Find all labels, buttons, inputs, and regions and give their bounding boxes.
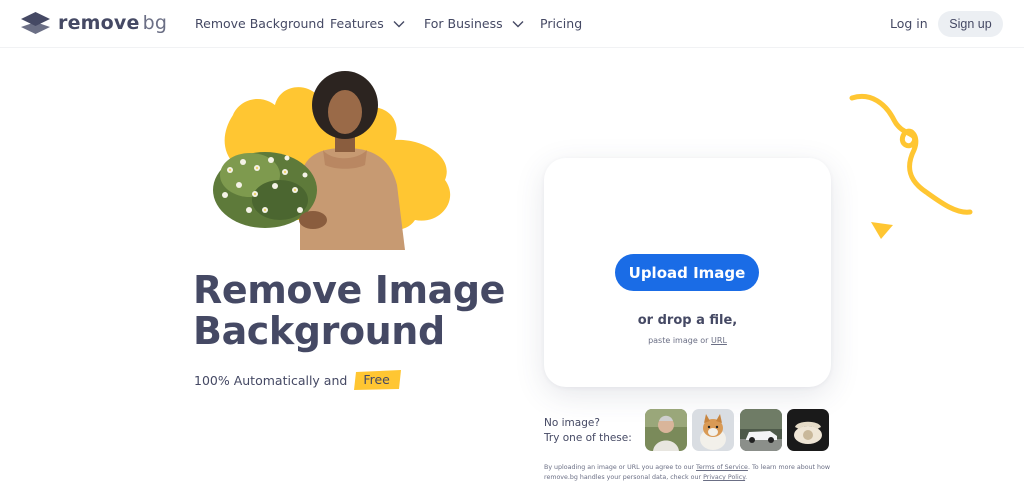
hero-subline: 100% Automatically and Free xyxy=(194,370,402,390)
phone-photo-icon xyxy=(787,409,829,451)
sample-thumb-phone[interactable] xyxy=(787,409,829,451)
legal-text-1: By uploading an image or URL you agree t… xyxy=(544,464,695,471)
headline-line-2: Background xyxy=(193,309,445,353)
brand-logo[interactable]: remove bg xyxy=(21,12,167,34)
sample-prompt-line-1: No image? xyxy=(544,417,600,429)
legal-text-3: . xyxy=(745,474,748,481)
woman-photo-icon xyxy=(645,409,687,451)
signup-button[interactable]: Sign up xyxy=(938,11,1003,37)
upload-card[interactable]: Upload Image or drop a file, paste image… xyxy=(544,158,831,387)
sample-thumb-woman[interactable] xyxy=(645,409,687,451)
drop-file-text: or drop a file, xyxy=(637,313,738,328)
hero-illustration xyxy=(213,71,451,250)
yellow-squiggle-decoration xyxy=(849,94,973,215)
hero-headline: Remove Image Background xyxy=(193,270,505,352)
yellow-triangle-decoration xyxy=(871,222,893,239)
sample-thumb-dog[interactable] xyxy=(692,409,734,451)
paste-hint-text: paste image or xyxy=(648,336,709,345)
car-photo-icon xyxy=(740,409,782,451)
layers-logo-icon xyxy=(21,12,50,34)
chevron-down-icon xyxy=(512,20,524,27)
upload-image-button[interactable]: Upload Image xyxy=(615,254,759,291)
nav-features-label: Features xyxy=(330,16,384,31)
nav-remove-background[interactable]: Remove Background xyxy=(195,16,324,31)
paste-hint: paste image or URL xyxy=(544,336,831,345)
chevron-down-icon xyxy=(393,20,405,27)
nav-pricing[interactable]: Pricing xyxy=(540,16,582,31)
nav-remove-background-label: Remove Background xyxy=(195,16,325,31)
sample-prompt-line-2: Try one of these: xyxy=(544,432,632,444)
url-link[interactable]: URL xyxy=(711,336,727,345)
login-link[interactable]: Log in xyxy=(890,16,928,31)
nav-features[interactable]: Features xyxy=(330,16,405,31)
nav-pricing-label: Pricing xyxy=(540,16,583,31)
top-nav: remove bg Remove Background Features For … xyxy=(0,0,1024,48)
free-badge: Free xyxy=(353,370,402,390)
free-label: Free xyxy=(363,372,390,387)
terms-link[interactable]: Terms of Service xyxy=(696,464,748,471)
nav-for-business-label: For Business xyxy=(424,16,503,31)
nav-for-business[interactable]: For Business xyxy=(424,16,524,31)
headline-line-1: Remove Image xyxy=(193,268,506,312)
brand-name: remove bg xyxy=(58,12,168,34)
sample-thumb-car[interactable] xyxy=(740,409,782,451)
dog-photo-icon xyxy=(692,409,734,451)
subline-text: 100% Automatically and xyxy=(194,372,348,388)
sample-prompt: No image? Try one of these: xyxy=(544,416,632,446)
legal-notice: By uploading an image or URL you agree t… xyxy=(544,463,844,483)
privacy-link[interactable]: Privacy Policy xyxy=(703,474,745,481)
